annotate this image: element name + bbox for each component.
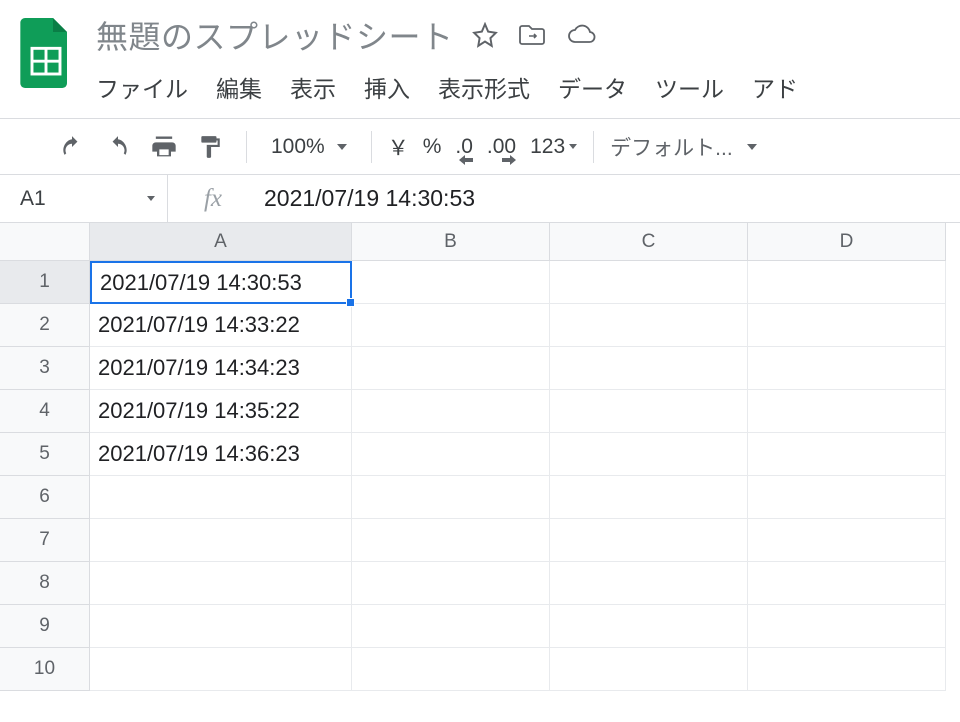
document-title[interactable]: 無題のスプレッドシート [96,12,454,58]
menu-insert[interactable]: 挿入 [364,70,410,104]
zoom-dropdown[interactable]: 100% [263,135,355,159]
cell-D2[interactable] [748,304,946,347]
dropdown-arrow-icon [747,144,757,150]
cell-A6[interactable] [90,476,352,519]
decrease-decimal-button[interactable]: .0 [455,135,473,159]
percent-button[interactable]: % [423,135,442,159]
dropdown-arrow-icon [147,196,155,201]
selection-handle[interactable] [346,298,355,307]
cell-D4[interactable] [748,390,946,433]
cell-D6[interactable] [748,476,946,519]
font-name: デフォルト... [610,132,733,162]
cell-D9[interactable] [748,605,946,648]
cell-A2[interactable]: 2021/07/19 14:33:22 [90,304,352,347]
cell-A9[interactable] [90,605,352,648]
cell-B3[interactable] [352,347,550,390]
column-header-A[interactable]: A [90,223,352,261]
select-all-corner[interactable] [0,223,90,261]
paint-format-button[interactable] [190,127,230,167]
toolbar: 100% ￥ % .0 .00 123 デフォルト... [0,118,960,174]
cell-C10[interactable] [550,648,748,691]
move-icon[interactable] [518,23,546,47]
sheets-logo[interactable] [18,12,74,88]
menu-addons[interactable]: アド [752,70,798,104]
cell-D7[interactable] [748,519,946,562]
redo-button[interactable] [98,127,138,167]
dropdown-arrow-icon [337,144,347,150]
cell-D1[interactable] [748,261,946,304]
row-header-10[interactable]: 10 [0,648,90,691]
cell-B5[interactable] [352,433,550,476]
row-header-6[interactable]: 6 [0,476,90,519]
row-header-5[interactable]: 5 [0,433,90,476]
menu-view[interactable]: 表示 [290,70,336,104]
cell-A4[interactable]: 2021/07/19 14:35:22 [90,390,352,433]
cell-C2[interactable] [550,304,748,347]
row-header-1[interactable]: 1 [0,261,90,304]
row-header-3[interactable]: 3 [0,347,90,390]
cell-A5[interactable]: 2021/07/19 14:36:23 [90,433,352,476]
cloud-status-icon[interactable] [566,23,596,47]
name-box[interactable]: A1 [0,175,168,222]
cell-C3[interactable] [550,347,748,390]
cell-B6[interactable] [352,476,550,519]
menu-edit[interactable]: 編集 [216,70,262,104]
cell-B4[interactable] [352,390,550,433]
cell-B9[interactable] [352,605,550,648]
cell-B7[interactable] [352,519,550,562]
cell-A8[interactable] [90,562,352,605]
undo-button[interactable] [52,127,92,167]
fx-icon: fx [168,185,258,213]
menu-bar: ファイル 編集 表示 挿入 表示形式 データ ツール アド [96,64,960,118]
cell-C1[interactable] [550,261,748,304]
cell-C9[interactable] [550,605,748,648]
cell-A10[interactable] [90,648,352,691]
dropdown-arrow-icon [569,144,577,149]
column-header-C[interactable]: C [550,223,748,261]
star-icon[interactable] [472,22,498,48]
cell-B8[interactable] [352,562,550,605]
menu-data[interactable]: データ [558,70,627,104]
cell-D5[interactable] [748,433,946,476]
cell-A1[interactable]: 2021/07/19 14:30:53 [90,261,352,304]
menu-file[interactable]: ファイル [96,70,188,104]
name-box-value: A1 [20,187,46,211]
menu-format[interactable]: 表示形式 [438,70,530,104]
cell-C8[interactable] [550,562,748,605]
print-button[interactable] [144,127,184,167]
cell-C5[interactable] [550,433,748,476]
currency-button[interactable]: ￥ [388,132,409,162]
column-header-B[interactable]: B [352,223,550,261]
cell-A3[interactable]: 2021/07/19 14:34:23 [90,347,352,390]
spreadsheet-grid: A B C D 1 2021/07/19 14:30:53 2 2021/07/… [0,222,960,691]
row-header-9[interactable]: 9 [0,605,90,648]
increase-decimal-button[interactable]: .00 [487,135,516,159]
font-dropdown[interactable]: デフォルト... [610,132,757,162]
formula-bar[interactable]: 2021/07/19 14:30:53 [258,185,960,212]
cell-B1[interactable] [352,261,550,304]
cell-C6[interactable] [550,476,748,519]
menu-tools[interactable]: ツール [655,70,724,104]
cell-D10[interactable] [748,648,946,691]
cell-D8[interactable] [748,562,946,605]
cell-B2[interactable] [352,304,550,347]
row-header-2[interactable]: 2 [0,304,90,347]
more-formats-button[interactable]: 123 [530,135,577,159]
zoom-value: 100% [271,135,325,159]
cell-B10[interactable] [352,648,550,691]
row-header-8[interactable]: 8 [0,562,90,605]
column-header-D[interactable]: D [748,223,946,261]
cell-C4[interactable] [550,390,748,433]
row-header-7[interactable]: 7 [0,519,90,562]
cell-C7[interactable] [550,519,748,562]
cell-A7[interactable] [90,519,352,562]
row-header-4[interactable]: 4 [0,390,90,433]
cell-D3[interactable] [748,347,946,390]
